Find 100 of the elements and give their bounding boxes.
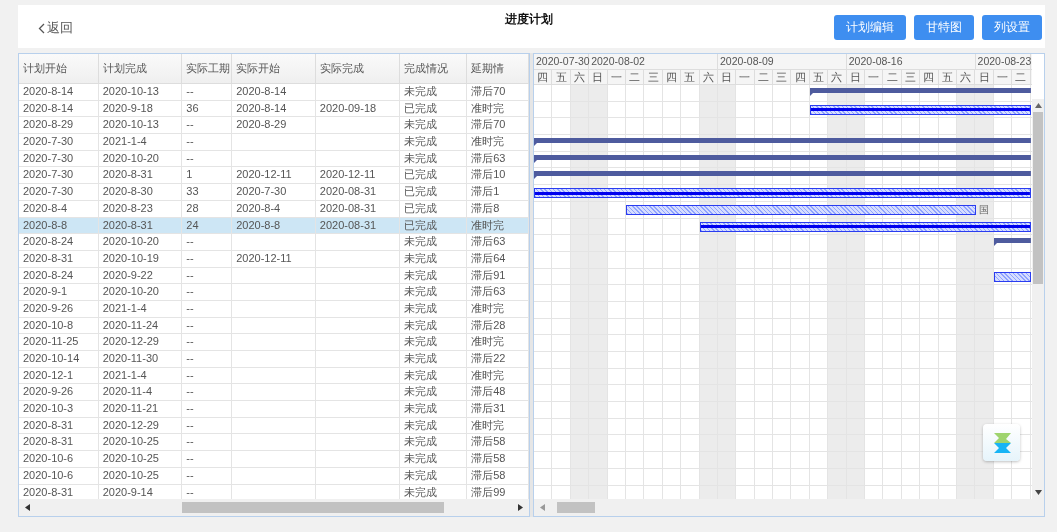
plan-bar[interactable] bbox=[534, 154, 1031, 163]
table-cell: 2020-8-31 bbox=[102, 218, 153, 231]
table-cell: 已完成 bbox=[403, 185, 437, 198]
day-label: 六 bbox=[699, 69, 718, 84]
table-cell: 2020-8-4 bbox=[23, 201, 68, 214]
table-cell: 滞后1 bbox=[471, 185, 500, 198]
bar-label: 国 bbox=[978, 202, 989, 217]
table-cell: 已完成 bbox=[403, 218, 437, 231]
splitter-handle[interactable] bbox=[530, 53, 533, 517]
table-cell: 滞后63 bbox=[471, 151, 506, 164]
table-cell: 准时完 bbox=[471, 135, 505, 148]
day-label: 四 bbox=[534, 69, 553, 84]
day-label: 一 bbox=[607, 69, 626, 84]
table-cell: 2021-1-4 bbox=[102, 301, 147, 314]
table-cell: 2020-10-8 bbox=[23, 318, 74, 331]
table-cell: 准时完 bbox=[471, 218, 505, 231]
table-cell: 未完成 bbox=[403, 118, 437, 131]
table-row[interactable]: 2020-8-29 2020-10-13 -- 2020-8-29 未完成 滞后70 bbox=[19, 117, 529, 135]
table-row[interactable]: 2020-7-30 2020-8-31 1 2020-12-11 2020-12-11 已完成 滞后10 bbox=[19, 167, 529, 185]
column-header[interactable]: 实际完成 bbox=[315, 54, 400, 83]
table-cell: 2021-1-4 bbox=[102, 368, 147, 381]
table-cell: 2020-7-30 bbox=[23, 135, 74, 148]
table-cell: 2020-11-21 bbox=[102, 402, 159, 415]
table-cell: 2020-12-1 bbox=[23, 368, 74, 381]
scrollbar-thumb[interactable] bbox=[182, 502, 444, 513]
actual-bar[interactable] bbox=[810, 104, 1031, 115]
table-cell: -- bbox=[186, 468, 194, 481]
scroll-right-icon[interactable] bbox=[518, 504, 523, 511]
column-header[interactable]: 计划完成 bbox=[98, 54, 183, 83]
scrollbar-thumb[interactable] bbox=[557, 502, 595, 513]
table-cell: 2020-9-14 bbox=[102, 485, 153, 498]
column-header[interactable]: 实际开始 bbox=[232, 54, 316, 83]
table-cell: 2020-10-25 bbox=[102, 435, 159, 448]
table-cell: 滞后58 bbox=[471, 452, 506, 465]
table-row[interactable]: 2020-9-26 2020-11-4 -- 未完成 滞后48 bbox=[19, 384, 529, 402]
day-label: 四 bbox=[920, 69, 939, 84]
table-cell: 未完成 bbox=[403, 268, 437, 281]
table-cell: -- bbox=[186, 285, 194, 298]
hatched-bar[interactable] bbox=[994, 271, 1031, 282]
table-cell: 2020-12-11 bbox=[319, 168, 376, 181]
table-row[interactable]: 2020-10-14 2020-11-30 -- 未完成 滞后22 bbox=[19, 351, 529, 368]
scroll-down-icon[interactable] bbox=[1034, 490, 1042, 495]
actual-bar[interactable] bbox=[534, 188, 1031, 199]
table-row[interactable]: 2020-8-24 2020-10-20 -- 未完成 滞后63 bbox=[19, 234, 529, 251]
table-cell: 2020-8-8 bbox=[23, 218, 68, 231]
column-header[interactable]: 延期情 bbox=[467, 54, 529, 83]
day-label: 一 bbox=[736, 69, 755, 84]
table-cell: 已完成 bbox=[403, 168, 437, 181]
day-label: 日 bbox=[717, 69, 737, 84]
table-cell: 24 bbox=[186, 218, 199, 231]
table-row[interactable]: 2020-11-25 2020-12-29 -- 未完成 准时完 bbox=[19, 334, 529, 351]
table-cell: 未完成 bbox=[403, 485, 437, 498]
table-cell: 2020-9-26 bbox=[23, 385, 74, 398]
table-cell: 2020-08-31 bbox=[319, 218, 377, 231]
scrollbar-thumb[interactable] bbox=[1033, 112, 1043, 284]
table-row[interactable]: 2020-10-6 2020-10-25 -- 未完成 滞后58 bbox=[19, 451, 529, 468]
table-cell: 2020-9-1 bbox=[23, 285, 68, 298]
table-cell: 2020-12-29 bbox=[102, 418, 159, 431]
actual-bar[interactable] bbox=[699, 221, 1031, 232]
table-row[interactable]: 2020-7-30 2021-1-4 -- 未完成 准时完 bbox=[19, 134, 529, 151]
column-header[interactable]: 实际工期 bbox=[182, 54, 233, 83]
plan-bar[interactable] bbox=[994, 238, 1031, 247]
table-cell: -- bbox=[186, 485, 194, 498]
table-cell: -- bbox=[186, 151, 194, 164]
table-cell: -- bbox=[186, 301, 194, 314]
table-cell: 未完成 bbox=[403, 285, 437, 298]
table-cell: -- bbox=[186, 251, 194, 264]
table-row[interactable]: 2020-8-14 2020-10-13 -- 2020-8-14 未完成 滞后70 bbox=[19, 84, 529, 101]
day-label: 五 bbox=[938, 69, 957, 84]
table-cell: 滞后10 bbox=[471, 168, 506, 181]
table-cell: 2020-8-31 bbox=[23, 435, 74, 448]
table-cell: 2020-8-31 bbox=[102, 168, 153, 181]
scroll-left-icon[interactable] bbox=[25, 504, 30, 511]
back-button[interactable]: 返回 bbox=[38, 19, 73, 37]
table-row[interactable]: 2020-7-30 2020-8-30 33 2020-7-30 2020-08-31 已完成 滞后1 bbox=[19, 184, 529, 201]
plan-bar[interactable] bbox=[810, 88, 1031, 96]
table-row[interactable]: 2020-8-31 2020-10-25 -- 未完成 滞后58 bbox=[19, 434, 529, 452]
table-cell: 已完成 bbox=[403, 101, 437, 114]
plan-bar[interactable] bbox=[534, 171, 1031, 180]
table-cell: 未完成 bbox=[403, 235, 437, 248]
table-cell: -- bbox=[186, 418, 194, 431]
table-cell: 2020-10-19 bbox=[102, 251, 159, 264]
hatched-bar[interactable] bbox=[626, 204, 976, 215]
plan-bar[interactable] bbox=[534, 138, 1031, 147]
table-cell: 未完成 bbox=[403, 251, 437, 264]
table-cell: 2020-10-14 bbox=[23, 352, 80, 364]
table-cell: 滞后58 bbox=[471, 468, 506, 481]
table-row[interactable]: 2020-9-1 2020-10-20 -- 未完成 滞后63 bbox=[19, 284, 529, 301]
table-cell: 准时完 bbox=[471, 301, 505, 314]
table-cell: -- bbox=[186, 435, 194, 448]
table-row[interactable]: 2020-10-3 2020-11-21 -- 未完成 滞后31 bbox=[19, 401, 529, 418]
table-cell: 2020-10-20 bbox=[102, 235, 159, 248]
week-label: 2020-08-02 bbox=[589, 54, 718, 69]
table-cell: 滞后63 bbox=[471, 235, 506, 248]
column-header[interactable]: 计划开始 bbox=[19, 54, 99, 83]
table-cell: 未完成 bbox=[403, 335, 437, 348]
table-cell: 未完成 bbox=[403, 452, 437, 465]
scroll-up-icon[interactable] bbox=[1034, 103, 1042, 108]
column-header[interactable]: 完成情况 bbox=[399, 54, 468, 83]
table-cell: 2020-10-25 bbox=[102, 468, 159, 481]
